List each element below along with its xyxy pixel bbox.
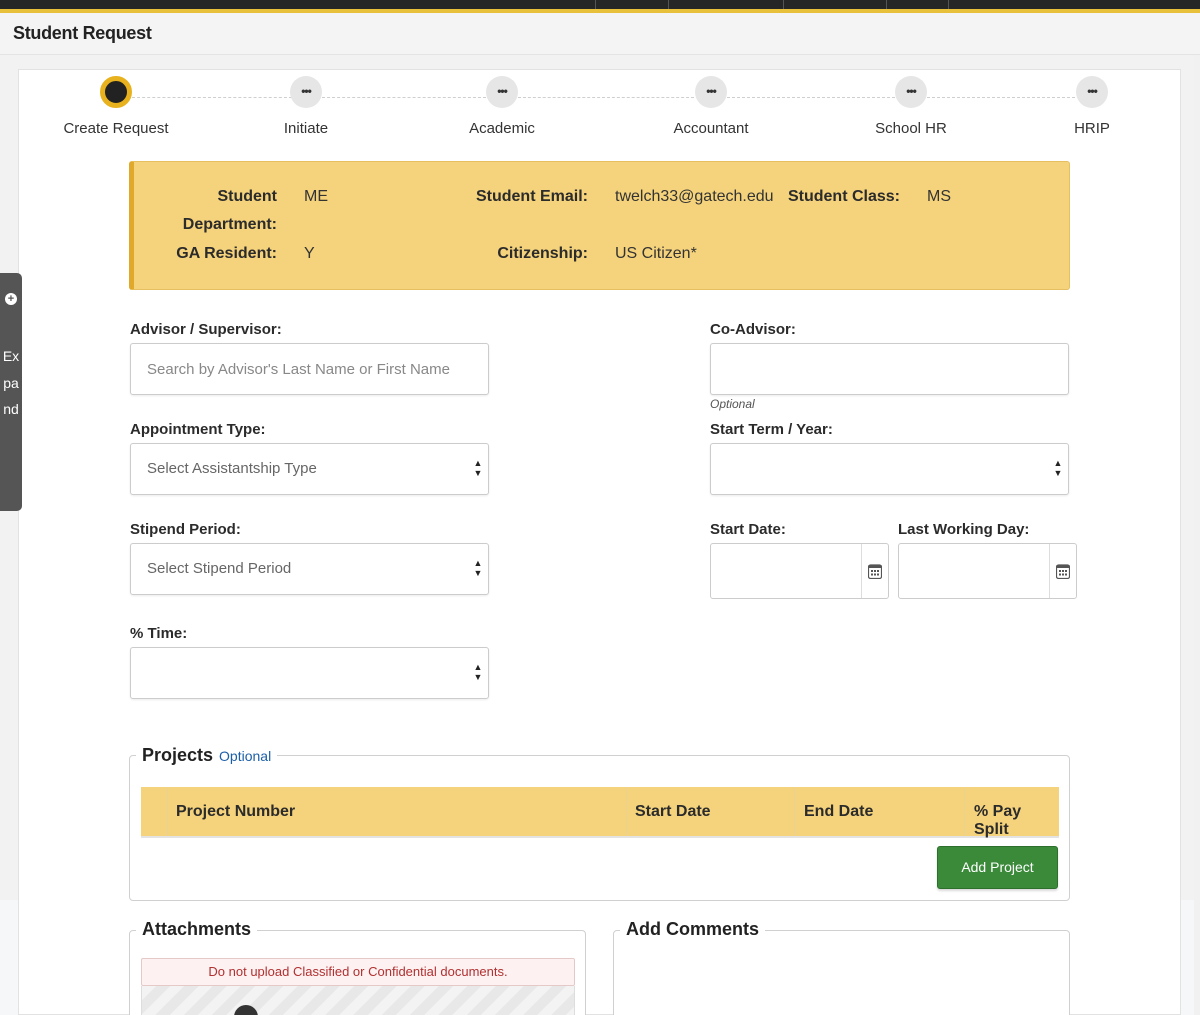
step-pending-icon: •••	[895, 76, 927, 108]
select-arrows-icon: ▲ ▼	[1053, 458, 1063, 478]
stipend-period-label: Stipend Period:	[130, 521, 241, 538]
column-divider	[964, 787, 965, 836]
column-header-end-date[interactable]: End Date	[804, 803, 873, 821]
step-hrip[interactable]: ••• HRIP	[1032, 76, 1152, 137]
coadvisor-optional-hint: Optional	[710, 397, 755, 411]
step-school-hr[interactable]: ••• School HR	[851, 76, 971, 137]
start-term-label: Start Term / Year:	[710, 421, 833, 438]
column-divider	[626, 787, 627, 836]
ga-resident-value: Y	[304, 245, 315, 262]
expand-sidebar-tab[interactable]: + Expand	[0, 273, 22, 511]
projects-legend: Projects Optional	[136, 745, 278, 766]
step-pending-icon: •••	[695, 76, 727, 108]
step-pending-icon: •••	[290, 76, 322, 108]
step-accountant[interactable]: ••• Accountant	[651, 76, 771, 137]
step-create-request[interactable]: Create Request	[56, 76, 176, 137]
appointment-type-label: Appointment Type:	[130, 421, 266, 438]
stipend-period-value: Select Stipend Period	[147, 560, 292, 577]
column-divider	[794, 787, 795, 836]
select-arrows-icon: ▲ ▼	[473, 662, 483, 682]
comments-fieldset[interactable]	[613, 930, 1070, 1015]
select-arrows-icon: ▲ ▼	[473, 558, 483, 578]
expand-label: Expand	[2, 348, 20, 417]
start-date-label: Start Date:	[710, 521, 786, 538]
advisor-search-input[interactable]	[130, 343, 489, 395]
projects-title: Projects	[142, 745, 214, 765]
coadvisor-label: Co-Advisor:	[710, 321, 796, 338]
column-header-start-date[interactable]: Start Date	[635, 803, 711, 821]
step-label: Accountant	[673, 120, 749, 137]
nav-divider	[886, 0, 887, 9]
appointment-type-select[interactable]: Select Assistantship Type ▲ ▼	[130, 443, 489, 495]
title-strip: Student Request	[0, 13, 1200, 55]
student-department-value: ME	[304, 188, 328, 205]
calendar-icon[interactable]	[868, 563, 882, 579]
step-pending-icon: •••	[486, 76, 518, 108]
plus-circle-icon: +	[5, 293, 17, 305]
add-project-number-button[interactable]: Add Project Number	[937, 846, 1058, 916]
nav-divider	[595, 0, 596, 9]
step-current-indicator-icon	[100, 76, 132, 108]
citizenship-label: Citizenship:	[497, 245, 588, 262]
advisor-label: Advisor / Supervisor:	[130, 321, 282, 338]
last-working-day-label: Last Working Day:	[898, 521, 1030, 538]
ga-resident-label: GA Resident:	[176, 245, 277, 262]
citizenship-value: US Citizen*	[615, 245, 697, 262]
nav-divider	[668, 0, 669, 9]
student-class-value: MS	[927, 188, 951, 205]
file-dropzone[interactable]	[141, 986, 575, 1015]
top-navigation-bar	[0, 0, 1200, 13]
student-email-label: Student Email:	[475, 188, 588, 205]
projects-table-header: Project Number Start Date End Date % Pay…	[141, 787, 1059, 838]
step-academic[interactable]: ••• Academic	[442, 76, 562, 137]
coadvisor-input[interactable]	[710, 343, 1069, 395]
start-term-select[interactable]: ▲ ▼	[710, 443, 1069, 495]
step-label: Create Request	[63, 120, 169, 137]
student-department-label-line2: Department:	[182, 216, 277, 233]
student-class-label: Student Class:	[787, 188, 900, 205]
column-header-pay-split[interactable]: % Pay Split	[974, 803, 1059, 839]
nav-divider	[783, 0, 784, 9]
student-department-label-line1: Student	[217, 188, 277, 205]
comments-legend: Add Comments	[620, 919, 766, 940]
calendar-icon[interactable]	[1056, 563, 1070, 579]
step-initiate[interactable]: ••• Initiate	[246, 76, 366, 137]
step-label: Initiate	[283, 120, 329, 137]
last-working-day-field	[898, 543, 1077, 599]
start-date-field	[710, 543, 889, 599]
step-label: HRIP	[1074, 120, 1110, 137]
scrollbar[interactable]	[1194, 55, 1200, 1015]
page-title: Student Request	[13, 23, 152, 43]
student-email-value: twelch33@gatech.edu	[615, 188, 774, 205]
percent-time-select[interactable]: ▲ ▼	[130, 647, 489, 699]
attachments-legend: Attachments	[136, 919, 258, 940]
confidential-warning: Do not upload Classified or Confidential…	[141, 958, 575, 986]
column-divider	[167, 787, 168, 836]
step-pending-icon: •••	[1076, 76, 1108, 108]
select-arrows-icon: ▲ ▼	[473, 458, 483, 478]
projects-optional-tag: Optional	[219, 748, 272, 764]
last-working-day-input[interactable]	[899, 544, 1050, 598]
stipend-period-select[interactable]: Select Stipend Period ▲ ▼	[130, 543, 489, 595]
nav-divider	[948, 0, 949, 9]
appointment-type-value: Select Assistantship Type	[147, 460, 317, 477]
student-department-label: Student Department:	[150, 183, 277, 239]
column-header-project-number[interactable]: Project Number	[176, 803, 295, 821]
step-label: Academic	[469, 120, 535, 137]
percent-time-label: % Time:	[130, 625, 188, 642]
start-date-input[interactable]	[711, 544, 862, 598]
step-label: School HR	[875, 120, 947, 137]
